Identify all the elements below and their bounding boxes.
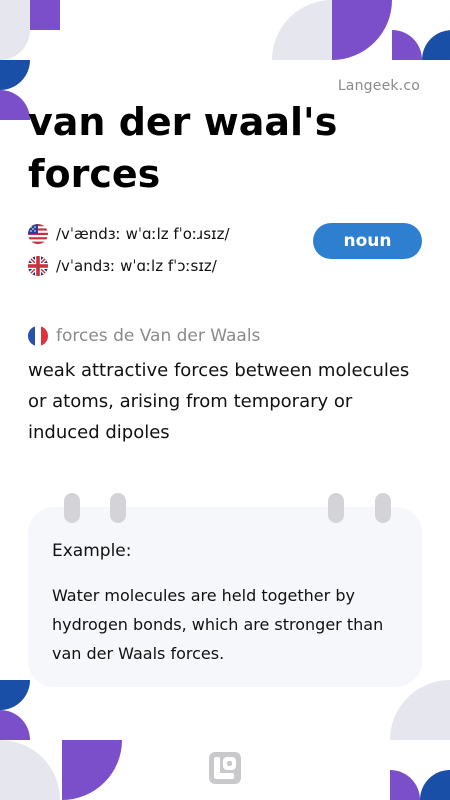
- binder-ring: [328, 493, 344, 523]
- pronunciation-us-text: /vˈændɜː wˈɑːlz fˈoːɹsɪz/: [56, 225, 230, 243]
- binder-ring: [64, 493, 80, 523]
- part-of-speech-badge[interactable]: noun: [313, 223, 422, 259]
- example-label: Example:: [52, 541, 132, 561]
- pronunciation-uk[interactable]: /vˈandɜː wˈɑːlz fˈɔːsɪz/: [28, 256, 217, 276]
- brand-label: Langeek.co: [337, 78, 420, 94]
- word-title: van der waal's forces: [28, 100, 338, 196]
- french-flag-icon: [28, 326, 48, 346]
- example-card: Example: Water molecules are held togeth…: [28, 493, 422, 687]
- example-text: Water molecules are held together by hyd…: [52, 586, 384, 663]
- binder-ring: [375, 493, 391, 523]
- us-flag-icon: [28, 224, 48, 244]
- pronunciation-uk-text: /vˈandɜː wˈɑːlz fˈɔːsɪz/: [56, 257, 217, 275]
- langeek-logo-icon: [209, 752, 241, 784]
- translation-row: forces de Van der Waals: [28, 326, 260, 346]
- uk-flag-icon: [28, 256, 48, 276]
- pronunciation-us[interactable]: /vˈændɜː wˈɑːlz fˈoːɹsɪz/: [28, 224, 230, 244]
- definition-text: weak attractive forces between molecules…: [28, 360, 410, 443]
- translation-text: forces de Van der Waals: [56, 326, 261, 346]
- binder-ring: [110, 493, 126, 523]
